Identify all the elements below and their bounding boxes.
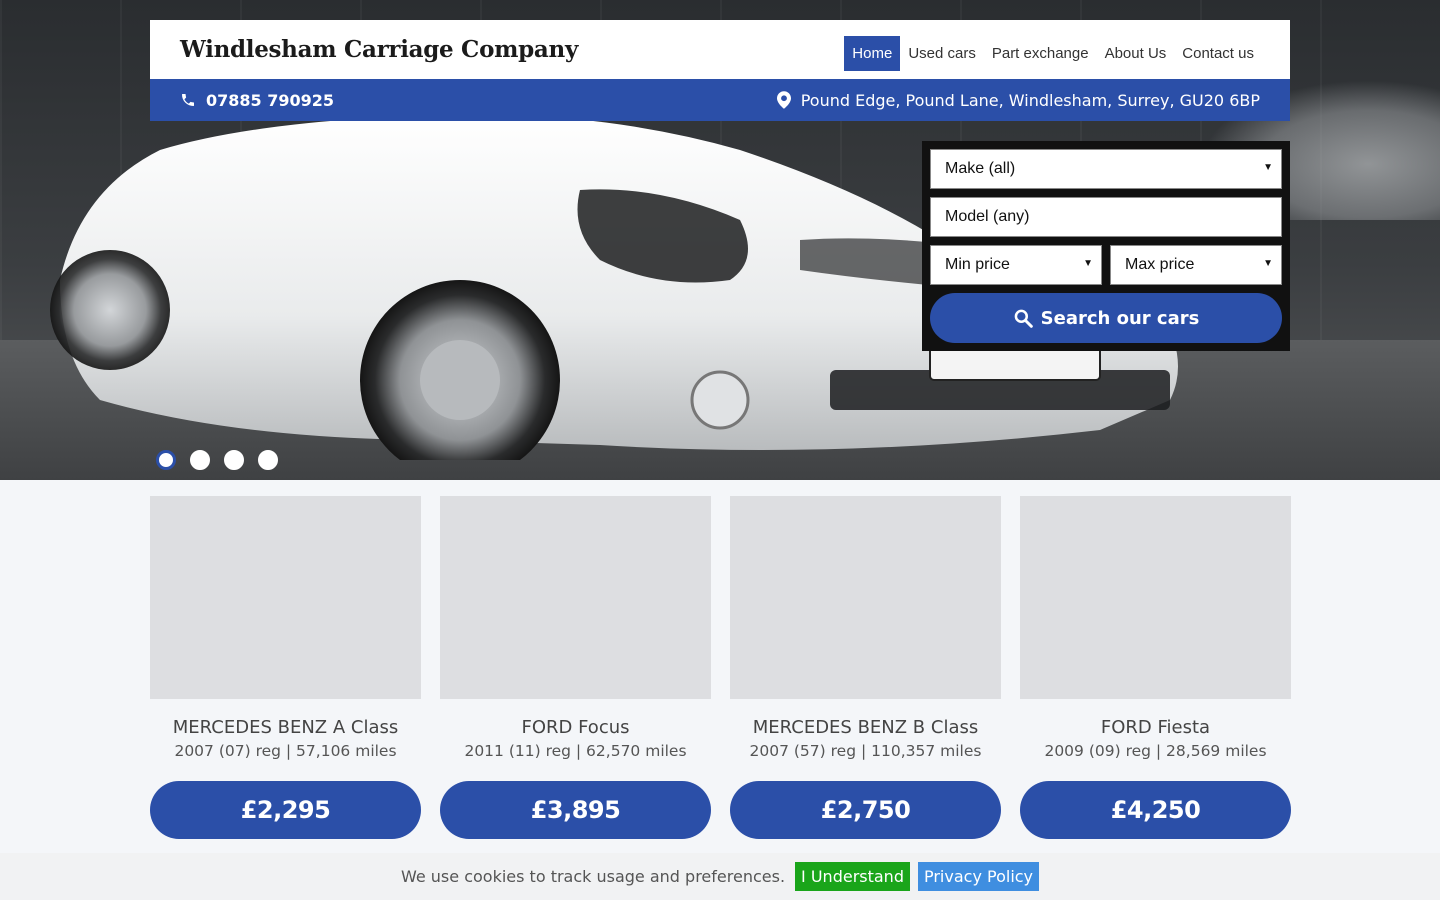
car-meta: 2007 (07) reg | 57,106 miles bbox=[174, 742, 397, 760]
dropdown-arrow-icon: ▼ bbox=[1263, 258, 1273, 269]
slider-dots bbox=[156, 450, 278, 470]
model-select[interactable]: Model (any) bbox=[930, 197, 1282, 237]
site-header: Windlesham Carriage Company Home Used ca… bbox=[150, 20, 1290, 79]
phone-number: 07885 790925 bbox=[206, 90, 335, 110]
map-pin-icon bbox=[776, 91, 791, 109]
car-card[interactable]: FORD Focus 2011 (11) reg | 62,570 miles … bbox=[440, 496, 711, 839]
nav-used-cars[interactable]: Used cars bbox=[900, 36, 984, 71]
min-price-value: Min price bbox=[945, 256, 1010, 273]
car-image-placeholder[interactable] bbox=[730, 496, 1001, 699]
slider-dot-2[interactable] bbox=[190, 450, 210, 470]
search-cars-button[interactable]: Search our cars bbox=[930, 293, 1282, 343]
price-row: Min price ▼ Max price ▼ bbox=[930, 245, 1282, 285]
nav-contact-us[interactable]: Contact us bbox=[1174, 36, 1262, 71]
car-price-button[interactable]: £2,750 bbox=[730, 781, 1001, 839]
dropdown-arrow-icon: ▼ bbox=[1263, 162, 1273, 173]
search-icon bbox=[1014, 309, 1033, 328]
slider-dot-1[interactable] bbox=[156, 450, 176, 470]
car-price-button[interactable]: £4,250 bbox=[1020, 781, 1291, 839]
privacy-policy-button[interactable]: Privacy Policy bbox=[917, 862, 1040, 891]
slider-dot-3[interactable] bbox=[224, 450, 244, 470]
nav-home[interactable]: Home bbox=[844, 36, 901, 71]
car-title[interactable]: FORD Focus bbox=[440, 717, 711, 738]
cookie-banner: We use cookies to track usage and prefer… bbox=[0, 853, 1440, 900]
car-meta: 2011 (11) reg | 62,570 miles bbox=[464, 742, 687, 760]
car-search-panel: Make (all) ▼ Model (any) Min price ▼ Max… bbox=[922, 141, 1290, 351]
phone-icon bbox=[182, 94, 194, 106]
cookie-accept-button[interactable]: I Understand bbox=[795, 862, 910, 891]
address-text: Pound Edge, Pound Lane, Windlesham, Surr… bbox=[800, 90, 1260, 110]
car-meta: 2009 (09) reg | 28,569 miles bbox=[1044, 742, 1267, 760]
model-select-value: Model (any) bbox=[945, 208, 1030, 225]
car-title[interactable]: FORD Fiesta bbox=[1020, 717, 1291, 738]
make-select-value: Make (all) bbox=[945, 160, 1016, 177]
max-price-select[interactable]: Max price ▼ bbox=[1110, 245, 1282, 285]
phone-link[interactable]: 07885 790925 bbox=[180, 91, 334, 110]
nav-part-exchange[interactable]: Part exchange bbox=[984, 36, 1097, 71]
car-title[interactable]: MERCEDES BENZ B Class bbox=[730, 717, 1001, 738]
car-card[interactable]: MERCEDES BENZ A Class 2007 (07) reg | 57… bbox=[150, 496, 421, 839]
address: Pound Edge, Pound Lane, Windlesham, Surr… bbox=[776, 90, 1260, 110]
search-button-label: Search our cars bbox=[1040, 307, 1200, 329]
car-price-button[interactable]: £3,895 bbox=[440, 781, 711, 839]
site-logo-title[interactable]: Windlesham Carriage Company bbox=[180, 36, 578, 63]
car-title[interactable]: MERCEDES BENZ A Class bbox=[150, 717, 421, 738]
make-select[interactable]: Make (all) ▼ bbox=[930, 149, 1282, 189]
car-card[interactable]: FORD Fiesta 2009 (09) reg | 28,569 miles… bbox=[1020, 496, 1291, 839]
car-image-placeholder[interactable] bbox=[1020, 496, 1291, 699]
car-image-placeholder[interactable] bbox=[440, 496, 711, 699]
min-price-select[interactable]: Min price ▼ bbox=[930, 245, 1102, 285]
slider-dot-4[interactable] bbox=[258, 450, 278, 470]
dropdown-arrow-icon: ▼ bbox=[1083, 258, 1093, 269]
max-price-value: Max price bbox=[1125, 256, 1195, 273]
main-nav: Home Used cars Part exchange About Us Co… bbox=[844, 36, 1262, 71]
car-card[interactable]: MERCEDES BENZ B Class 2007 (57) reg | 11… bbox=[730, 496, 1001, 839]
featured-cars: MERCEDES BENZ A Class 2007 (07) reg | 57… bbox=[150, 496, 1291, 839]
car-image-placeholder[interactable] bbox=[150, 496, 421, 699]
car-price-button[interactable]: £2,295 bbox=[150, 781, 421, 839]
nav-about-us[interactable]: About Us bbox=[1097, 36, 1175, 71]
cookie-message: We use cookies to track usage and prefer… bbox=[400, 867, 786, 886]
car-meta: 2007 (57) reg | 110,357 miles bbox=[749, 742, 982, 760]
contact-info-bar: 07885 790925 Pound Edge, Pound Lane, Win… bbox=[150, 79, 1290, 121]
